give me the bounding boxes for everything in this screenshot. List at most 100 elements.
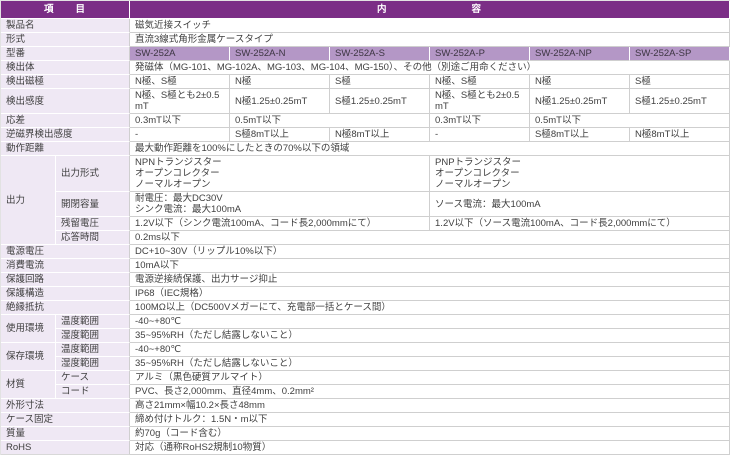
value-output-capacity-npn: 耐電圧：最大DC30V シンク電流：最大100mA (130, 192, 430, 217)
label-detected-pole: 検出磁極 (1, 75, 130, 89)
value-current-consumption: 10mA以下 (130, 259, 730, 273)
value-cell: 0.3mT以下 (130, 114, 230, 128)
row-sensitivity: 検出感度 N極、S極とも2±0.5mT N極1.25±0.25mT S極1.25… (1, 89, 730, 114)
value-cell: S極1.25±0.25mT (630, 89, 730, 114)
row-detected-pole: 検出磁極 N極、S極 N極 S極 N極、S極 N極 S極 (1, 75, 730, 89)
label-weight: 質量 (1, 427, 130, 441)
value-output-capacity-pnp: ソース電流：最大100mA (430, 192, 730, 217)
row-operating-distance: 動作距離 最大動作距離を100%にしたときの70%以下の領域 (1, 142, 730, 156)
value-storage-env-humidity: 35~95%RH（ただし結露しないこと） (130, 357, 730, 371)
model-cell: SW-252A-N (230, 47, 330, 61)
label-hysteresis: 応差 (1, 114, 130, 128)
value-insulation: 100MΩ以上（DC500Vメガーにて、充電部一括とケース間） (130, 301, 730, 315)
row-storage-env-humidity: 湿度範囲 35~95%RH（ただし結露しないこと） (1, 357, 730, 371)
value-cell: N極 (530, 75, 630, 89)
label-sensitivity: 検出感度 (1, 89, 130, 114)
model-cell: SW-252A (130, 47, 230, 61)
value-operating-distance: 最大動作距離を100%にしたときの70%以下の領域 (130, 142, 730, 156)
value-cell: 0.3mT以下 (430, 114, 530, 128)
row-protection-circuit: 保護回路 電源逆接続保護、出力サージ抑止 (1, 273, 730, 287)
label-operating-env-temp: 温度範囲 (56, 315, 130, 329)
value-output-format-pnp: PNPトランジスター オープンコレクター ノーマルオープン (430, 156, 730, 192)
row-current-consumption: 消費電流 10mA以下 (1, 259, 730, 273)
value-case-fixing: 締め付けトルク：1.5N・m以下 (130, 413, 730, 427)
value-cell: N極8mT以上 (330, 128, 430, 142)
value-cell: S極8mT以上 (530, 128, 630, 142)
value-cell: 0.5mT以下 (530, 114, 730, 128)
label-material-case: ケース (56, 371, 130, 385)
row-power-voltage: 電源電圧 DC+10~30V（リップル10%以下） (1, 245, 730, 259)
row-operating-env-temp: 使用環境 温度範囲 -40~+80℃ (1, 315, 730, 329)
value-operating-env-temp: -40~+80℃ (130, 315, 730, 329)
label-detected-body: 検出体 (1, 61, 130, 75)
value-output-response: 0.2ms以下 (130, 231, 730, 245)
row-dimensions: 外形寸法 高さ21mm×幅10.2×長さ48mm (1, 399, 730, 413)
value-material-case: アルミ（黒色硬質アルマイト） (130, 371, 730, 385)
label-product-name: 製品名 (1, 19, 130, 33)
value-cell: S極 (330, 75, 430, 89)
row-storage-env-temp: 保存環境 温度範囲 -40~+80℃ (1, 343, 730, 357)
row-insulation: 絶縁抵抗 100MΩ以上（DC500Vメガーにて、充電部一括とケース間） (1, 301, 730, 315)
value-cell: - (130, 128, 230, 142)
value-operating-env-humidity: 35~95%RH（ただし結露しないこと） (130, 329, 730, 343)
label-insulation: 絶縁抵抗 (1, 301, 130, 315)
label-output-capacity: 開閉容量 (56, 192, 130, 217)
value-product-name: 磁気近接スイッチ (130, 19, 730, 33)
label-reverse-field: 逆磁界検出感度 (1, 128, 130, 142)
model-cell: SW-252A-NP (530, 47, 630, 61)
row-product-name: 製品名 磁気近接スイッチ (1, 19, 730, 33)
row-material-case: 材質 ケース アルミ（黒色硬質アルマイト） (1, 371, 730, 385)
label-protection-circuit: 保護回路 (1, 273, 130, 287)
value-dimensions: 高さ21mm×幅10.2×長さ48mm (130, 399, 730, 413)
value-cell: S極8mT以上 (230, 128, 330, 142)
value-storage-env-temp: -40~+80℃ (130, 343, 730, 357)
label-protection-structure: 保護構造 (1, 287, 130, 301)
spec-table: 項 目 内 容 製品名 磁気近接スイッチ 形式 直流3線式角形金属ケースタイプ … (0, 0, 730, 455)
label-operating-env: 使用環境 (1, 315, 56, 343)
row-case-fixing: ケース固定 締め付けトルク：1.5N・m以下 (1, 413, 730, 427)
label-output-format: 出力形式 (56, 156, 130, 192)
label-material-cord: コード (56, 385, 130, 399)
header-content: 内 容 (130, 1, 730, 19)
model-cell: SW-252A-SP (630, 47, 730, 61)
value-cell: S極1.25±0.25mT (330, 89, 430, 114)
label-output: 出力 (1, 156, 56, 245)
value-cell: S極 (630, 75, 730, 89)
label-case-fixing: ケース固定 (1, 413, 130, 427)
label-output-residual: 残留電圧 (56, 217, 130, 231)
value-cell: N極 (230, 75, 330, 89)
label-storage-env-temp: 温度範囲 (56, 343, 130, 357)
value-cell: N極、S極とも2±0.5mT (430, 89, 530, 114)
row-reverse-field: 逆磁界検出感度 - S極8mT以上 N極8mT以上 - S極8mT以上 N極8m… (1, 128, 730, 142)
value-cell: 0.5mT以下 (230, 114, 430, 128)
table-header-row: 項 目 内 容 (1, 1, 730, 19)
model-cell: SW-252A-P (430, 47, 530, 61)
label-current-consumption: 消費電流 (1, 259, 130, 273)
value-cell: N極、S極とも2±0.5mT (130, 89, 230, 114)
row-output-residual: 残留電圧 1.2V以下（シンク電流100mA、コード長2,000mmにて） 1.… (1, 217, 730, 231)
value-cell: N極1.25±0.25mT (530, 89, 630, 114)
row-rohs: RoHS 対応（通称RoHS2規制10物質） (1, 441, 730, 455)
label-operating-distance: 動作距離 (1, 142, 130, 156)
value-output-residual-pnp: 1.2V以下（ソース電流100mA、コード長2,000mmにて） (430, 217, 730, 231)
label-models: 型番 (1, 47, 130, 61)
row-output-capacity: 開閉容量 耐電圧：最大DC30V シンク電流：最大100mA ソース電流：最大1… (1, 192, 730, 217)
row-output-format: 出力 出力形式 NPNトランジスター オープンコレクター ノーマルオープン PN… (1, 156, 730, 192)
value-cell: N極1.25±0.25mT (230, 89, 330, 114)
label-power-voltage: 電源電圧 (1, 245, 130, 259)
row-models: 型番 SW-252A SW-252A-N SW-252A-S SW-252A-P… (1, 47, 730, 61)
label-output-response: 応答時間 (56, 231, 130, 245)
row-material-cord: コード PVC、長さ2,000mm、直径4mm、0.2mm² (1, 385, 730, 399)
row-weight: 質量 約70g（コード含む） (1, 427, 730, 441)
value-material-cord: PVC、長さ2,000mm、直径4mm、0.2mm² (130, 385, 730, 399)
value-detected-body: 発磁体（MG-101、MG-102A、MG-103、MG-104、MG-150）… (130, 61, 730, 75)
label-operating-env-humidity: 湿度範囲 (56, 329, 130, 343)
value-cell: - (430, 128, 530, 142)
value-power-voltage: DC+10~30V（リップル10%以下） (130, 245, 730, 259)
label-storage-env: 保存環境 (1, 343, 56, 371)
value-protection-structure: IP68（IEC規格） (130, 287, 730, 301)
label-type: 形式 (1, 33, 130, 47)
row-type: 形式 直流3線式角形金属ケースタイプ (1, 33, 730, 47)
value-cell: N極、S極 (430, 75, 530, 89)
value-cell: N極8mT以上 (630, 128, 730, 142)
